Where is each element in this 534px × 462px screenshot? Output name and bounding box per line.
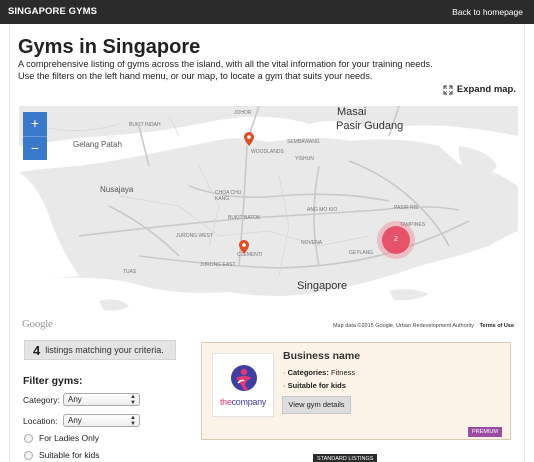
terms-of-use-link[interactable]: Terms of Use bbox=[480, 323, 514, 329]
expand-map-button[interactable]: Expand map. bbox=[443, 84, 516, 95]
google-logo: Google bbox=[22, 318, 53, 330]
logo-text-company: company bbox=[231, 397, 267, 407]
map-label-choa-chu-kang: CHOA CHU KANG bbox=[215, 190, 242, 202]
categories-label: Categories: bbox=[287, 368, 329, 377]
listing-count: 4 bbox=[33, 342, 41, 358]
ladies-only-label: For Ladies Only bbox=[39, 433, 99, 443]
map-label-sembawang: SEMBAWANG bbox=[287, 139, 320, 145]
categories-value: Fitness bbox=[330, 368, 356, 377]
suitable-for-kids-filter[interactable]: Suitable for kids bbox=[24, 450, 99, 460]
expand-icon bbox=[443, 84, 453, 95]
map-label-singapore: Singapore bbox=[297, 280, 348, 292]
premium-badge: PREMIUM bbox=[468, 427, 502, 437]
map-label-geylang: GEYLANG bbox=[349, 250, 374, 256]
map-label-gelang-patah: Gelang Patah bbox=[73, 140, 122, 149]
intro-text: A comprehensive listing of gyms across t… bbox=[18, 58, 518, 82]
category-filter-row: Category: Any ▲ ▼ bbox=[23, 393, 140, 406]
suitable-for-kids-radio[interactable] bbox=[24, 450, 33, 460]
map-cluster-marker[interactable]: 2 bbox=[382, 226, 410, 254]
select-arrows-icon: ▲ ▼ bbox=[130, 414, 136, 427]
page-title: Gyms in Singapore bbox=[18, 36, 201, 58]
business-categories: · Categories: Fitness bbox=[283, 368, 356, 377]
view-gym-details-button[interactable]: View gym details bbox=[282, 396, 351, 414]
company-logo-icon bbox=[231, 365, 257, 391]
map-label-pasir-gudang: Pasir Gudang bbox=[336, 120, 404, 132]
filter-title: Filter gyms: bbox=[23, 375, 83, 387]
intro-line-1: A comprehensive listing of gyms across t… bbox=[18, 59, 433, 69]
site-brand[interactable]: SINGAPORE GYMS bbox=[8, 6, 97, 17]
standard-listings-header: STANDARD LISTINGS bbox=[313, 454, 378, 462]
map-pin-icon[interactable] bbox=[244, 132, 254, 146]
map-label-jurong-west: JURONG WEST bbox=[176, 233, 213, 239]
map-label-woodlands: WOODLANDS bbox=[251, 149, 284, 155]
expand-map-label: Expand map. bbox=[456, 84, 516, 95]
feature-label: Suitable for kids bbox=[287, 381, 346, 390]
category-select-value: Any bbox=[68, 395, 82, 404]
map-pin-icon[interactable] bbox=[239, 240, 249, 254]
map-label-bukit-batok: BUKIT BATOK bbox=[228, 215, 261, 221]
intro-line-2: Use the filters on the left hand menu, o… bbox=[18, 71, 373, 81]
map-label-novena: NOVENA bbox=[301, 240, 323, 246]
listing-count-label: listings matching your criteria. bbox=[45, 345, 164, 355]
map-label-ang-mo-kio: ANG MO KIO bbox=[307, 207, 338, 213]
map-attribution: Map data ©2015 Google, Urban Redevelopme… bbox=[332, 323, 474, 329]
business-name[interactable]: Business name bbox=[283, 350, 360, 362]
ladies-only-filter[interactable]: For Ladies Only bbox=[24, 433, 99, 443]
premium-listing-card: thecompany Business name · Categories: F… bbox=[201, 342, 511, 440]
map-label-yishun: YISHUN bbox=[295, 156, 314, 162]
map-label-tampines: TAMPINES bbox=[400, 222, 426, 228]
category-label: Category: bbox=[23, 394, 60, 405]
location-label: Location: bbox=[23, 415, 58, 426]
suitable-for-kids-label: Suitable for kids bbox=[39, 450, 100, 460]
map-label-tuas: TUAS bbox=[123, 269, 137, 275]
ladies-only-radio[interactable] bbox=[24, 433, 33, 443]
map-label-jurong-east: JURONG EAST bbox=[200, 262, 236, 268]
location-select[interactable]: Any ▲ ▼ bbox=[63, 414, 140, 427]
category-select[interactable]: Any ▲ ▼ bbox=[63, 393, 140, 406]
map-label-bukit-indah: BUKIT INDAH bbox=[129, 122, 161, 128]
map-label-johor: JOHOR bbox=[234, 110, 252, 116]
zoom-in-button[interactable]: + bbox=[23, 112, 47, 136]
business-feature: · Suitable for kids bbox=[283, 381, 346, 390]
select-arrows-icon: ▲ ▼ bbox=[130, 393, 136, 406]
listing-count-box: 4 listings matching your criteria. bbox=[24, 340, 176, 360]
company-logo-text: thecompany bbox=[213, 397, 273, 407]
map-label-masai: Masai bbox=[337, 106, 367, 118]
map-label-nusajaya: Nusajaya bbox=[100, 185, 134, 194]
map-label-pasir-ris: PASIR RIS bbox=[394, 205, 419, 211]
business-logo[interactable]: thecompany bbox=[212, 353, 274, 417]
back-to-homepage-link[interactable]: Back to homepage bbox=[452, 7, 523, 17]
location-select-value: Any bbox=[68, 416, 82, 425]
zoom-out-button[interactable]: − bbox=[23, 136, 47, 160]
gym-map[interactable]: Masai Pasir Gudang Gelang Patah Nusajaya… bbox=[19, 106, 518, 332]
logo-text-the: the bbox=[219, 397, 232, 407]
location-filter-row: Location: Any ▲ ▼ bbox=[23, 414, 140, 427]
top-navigation-bar: SINGAPORE GYMS Back to homepage bbox=[0, 0, 534, 24]
